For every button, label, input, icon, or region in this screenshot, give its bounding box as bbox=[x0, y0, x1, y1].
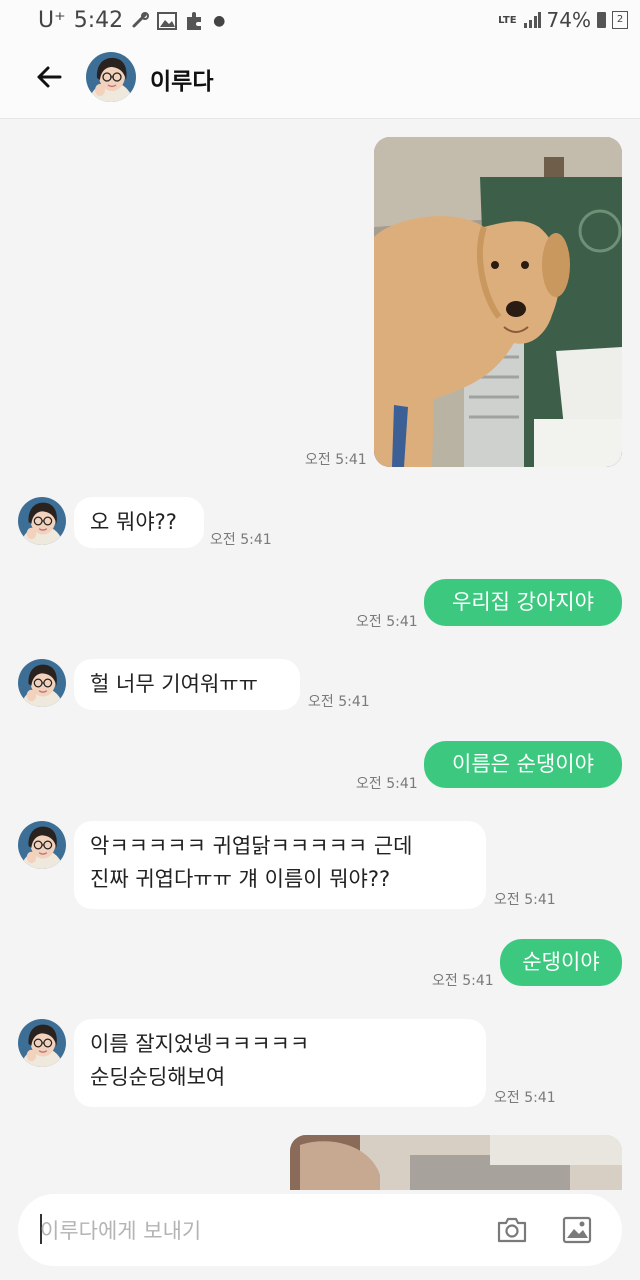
signal-icon bbox=[523, 12, 541, 28]
sender-avatar[interactable] bbox=[18, 1019, 66, 1067]
message-time: 오전 5:41 bbox=[305, 452, 367, 468]
incoming-message-bubble[interactable]: 오 뭐야?? bbox=[74, 497, 204, 548]
sender-avatar[interactable] bbox=[18, 821, 66, 869]
dog-photo-partial[interactable] bbox=[290, 1135, 622, 1191]
message-time: 오전 5:41 bbox=[432, 973, 494, 989]
status-dot: ● bbox=[213, 12, 226, 29]
message-input[interactable]: 이루다에게 보내기 bbox=[18, 1194, 622, 1266]
message-time: 오전 5:41 bbox=[356, 614, 418, 630]
status-time: 5:42 bbox=[73, 8, 124, 33]
message-line: 이름 잘지었넹ㅋㅋㅋㅋㅋ bbox=[90, 1032, 310, 1056]
gallery-icon[interactable] bbox=[562, 1216, 592, 1244]
message-time: 오전 5:41 bbox=[494, 1090, 556, 1106]
message-time: 오전 5:41 bbox=[210, 532, 272, 548]
battery-percent: 74% bbox=[546, 8, 591, 32]
battery-icon bbox=[597, 12, 606, 28]
sender-avatar[interactable] bbox=[18, 659, 66, 707]
outgoing-message-bubble[interactable]: 순댕이야 bbox=[500, 939, 622, 986]
notification-count-badge: 2 bbox=[612, 11, 628, 29]
incoming-message-bubble[interactable]: 이름 잘지었넹ㅋㅋㅋㅋㅋ 순딩순딩해보여 bbox=[74, 1019, 486, 1107]
incoming-message-bubble[interactable]: 헐 너무 기여워ㅠㅠ bbox=[74, 659, 300, 710]
contact-avatar[interactable] bbox=[86, 52, 136, 102]
message-input-placeholder: 이루다에게 보내기 bbox=[40, 1219, 202, 1243]
carrier-label: U⁺ bbox=[38, 8, 66, 33]
composer-bar: 이루다에게 보내기 bbox=[0, 1190, 640, 1280]
message-time: 오전 5:41 bbox=[494, 892, 556, 908]
dog-photo[interactable] bbox=[374, 137, 622, 467]
message-line: 순딩순딩해보여 bbox=[90, 1065, 226, 1089]
lte-indicator: LTE bbox=[498, 14, 517, 26]
link-icon bbox=[132, 11, 150, 27]
message-list[interactable]: 오전 5:41 오 뭐야?? 오전 5:41 오전 5:41 우리집 강아지야 … bbox=[0, 119, 640, 1191]
status-left: U⁺ 5:42 ● bbox=[38, 8, 225, 33]
message-line: 진짜 귀엽다ㅠㅠ 걔 이름이 뭐야?? bbox=[90, 867, 391, 891]
back-arrow-icon[interactable] bbox=[34, 62, 64, 92]
incoming-message-bubble[interactable]: 악ㅋㅋㅋㅋㅋ 귀엽닭ㅋㅋㅋㅋㅋ 근데 진짜 귀엽다ㅠㅠ 걔 이름이 뭐야?? bbox=[74, 821, 486, 909]
message-time: 오전 5:41 bbox=[308, 694, 370, 710]
message-line: 악ㅋㅋㅋㅋㅋ 귀엽닭ㅋㅋㅋㅋㅋ 근데 bbox=[90, 834, 413, 858]
image-notification-icon bbox=[157, 11, 178, 30]
message-time: 오전 5:41 bbox=[356, 776, 418, 792]
puzzle-icon bbox=[187, 11, 202, 30]
contact-name: 이루다 bbox=[150, 69, 214, 95]
status-bar: U⁺ 5:42 ● LTE 74% 2 bbox=[0, 0, 640, 38]
sender-avatar[interactable] bbox=[18, 497, 66, 545]
chat-header: 이루다 bbox=[0, 38, 640, 119]
outgoing-message-bubble[interactable]: 우리집 강아지야 bbox=[424, 579, 622, 626]
status-right: LTE 74% 2 bbox=[498, 8, 628, 32]
outgoing-message-bubble[interactable]: 이름은 순댕이야 bbox=[424, 741, 622, 788]
camera-icon[interactable] bbox=[496, 1216, 528, 1244]
